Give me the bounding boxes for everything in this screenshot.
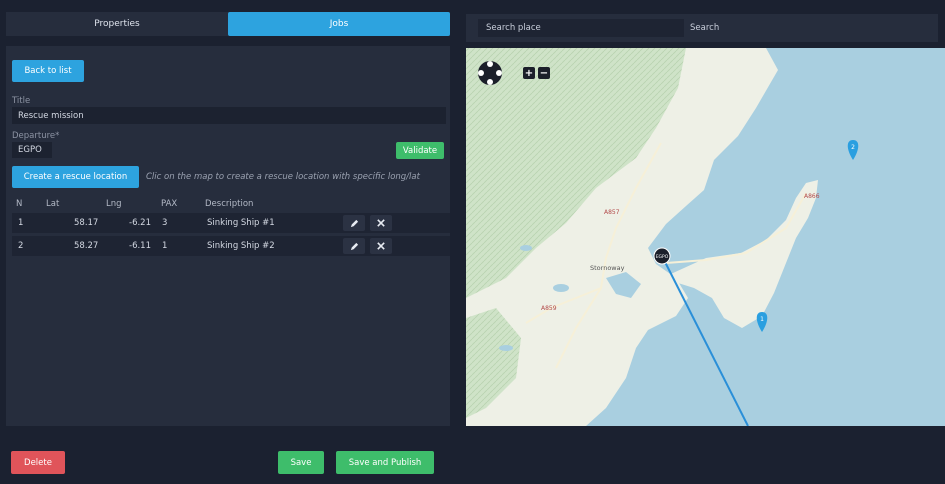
create-rescue-location-button[interactable]: Create a rescue location <box>12 166 139 188</box>
airport-marker-label: EGPO <box>656 254 669 260</box>
map-hint-text: Clic on the map to create a rescue locat… <box>146 172 420 182</box>
departure-input[interactable]: EGPO <box>12 142 52 158</box>
rescue-marker-1[interactable]: 1 <box>756 312 768 332</box>
table-row: 2 58.27 -6.11 1 Sinking Ship #2 <box>12 236 450 256</box>
departure-airport-marker[interactable]: EGPO <box>653 247 671 265</box>
map-view[interactable]: A857 A866 A859 Stornoway EGPO 1 2 + − <box>466 48 945 426</box>
save-and-publish-button[interactable]: Save and Publish <box>336 451 434 474</box>
validate-button[interactable]: Validate <box>396 142 444 159</box>
edit-row-button[interactable] <box>343 215 365 231</box>
tab-jobs[interactable]: Jobs <box>228 12 450 36</box>
column-header-lat: Lat <box>46 199 60 209</box>
row-lng: -6.11 <box>129 241 151 251</box>
column-header-description: Description <box>205 199 254 209</box>
edit-row-button[interactable] <box>343 238 365 254</box>
search-place-input[interactable] <box>478 19 684 37</box>
back-to-list-button[interactable]: Back to list <box>12 60 84 82</box>
rescue-marker-2[interactable]: 2 <box>847 140 859 160</box>
road-label: A866 <box>804 193 820 200</box>
row-pax: 3 <box>162 218 168 228</box>
tab-properties[interactable]: Properties <box>6 12 228 36</box>
table-header: N Lat Lng PAX Description <box>12 196 450 212</box>
road-label: A857 <box>604 209 620 216</box>
table-row: 1 58.17 -6.21 3 Sinking Ship #1 <box>12 213 450 233</box>
departure-label: Departure* <box>12 131 60 141</box>
row-n: 2 <box>18 241 24 251</box>
rescue-marker-number: 1 <box>760 316 764 323</box>
row-lat: 58.17 <box>74 218 99 228</box>
row-description: Sinking Ship #1 <box>207 218 275 228</box>
title-label: Title <box>12 96 31 106</box>
job-panel: Back to list Title Rescue mission Depart… <box>6 46 450 426</box>
town-label: Stornoway <box>590 264 625 272</box>
tab-bar: Properties Jobs <box>6 12 450 36</box>
save-button[interactable]: Save <box>278 451 324 474</box>
map-canvas[interactable]: A857 A866 A859 Stornoway EGPO 1 2 <box>466 48 945 426</box>
map-search-bar: Search <box>466 14 938 42</box>
delete-button[interactable]: Delete <box>11 451 65 474</box>
close-icon <box>377 242 385 250</box>
row-lat: 58.27 <box>74 241 99 251</box>
row-description: Sinking Ship #2 <box>207 241 275 251</box>
title-input[interactable]: Rescue mission <box>12 107 446 124</box>
close-icon <box>377 219 385 227</box>
delete-row-button[interactable] <box>370 238 392 254</box>
loch <box>499 345 513 351</box>
rescue-marker-number: 2 <box>851 144 855 151</box>
pencil-icon <box>350 219 358 227</box>
row-lng: -6.21 <box>129 218 151 228</box>
zoom-out-button[interactable]: − <box>538 67 550 79</box>
search-button[interactable]: Search <box>690 19 719 37</box>
zoom-in-button[interactable]: + <box>523 67 535 79</box>
road-label: A859 <box>541 305 557 312</box>
pan-arrows-icon[interactable] <box>478 61 502 85</box>
row-pax: 1 <box>162 241 168 251</box>
column-header-pax: PAX <box>161 199 178 209</box>
pencil-icon <box>350 242 358 250</box>
column-header-lng: Lng <box>106 199 122 209</box>
loch <box>553 284 569 292</box>
loch <box>520 245 532 251</box>
delete-row-button[interactable] <box>370 215 392 231</box>
column-header-n: N <box>16 199 23 209</box>
row-n: 1 <box>18 218 24 228</box>
